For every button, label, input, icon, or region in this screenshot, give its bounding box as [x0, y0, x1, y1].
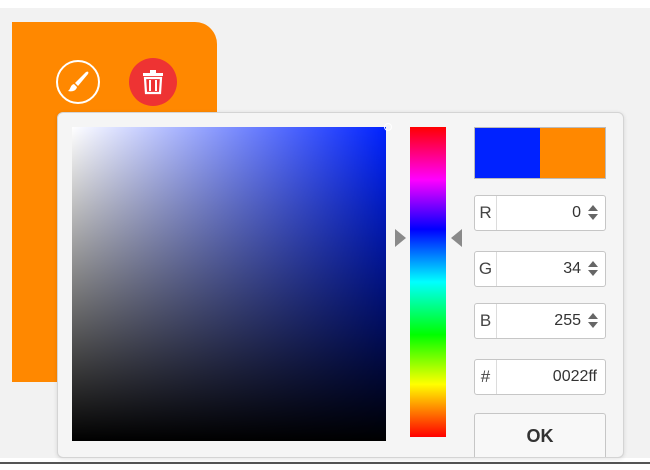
ok-button[interactable]: OK — [474, 413, 606, 457]
hex-label: # — [475, 360, 497, 394]
increment-icon[interactable] — [588, 205, 598, 211]
hue-marker-right — [451, 229, 462, 247]
hue-slider[interactable] — [410, 127, 446, 437]
increment-icon[interactable] — [588, 261, 598, 267]
edit-color-button[interactable] — [56, 60, 100, 104]
color-picker-popup: R 0 G 34 B 255 # 0022ff OK — [57, 112, 624, 458]
hue-marker-left — [395, 229, 406, 247]
decrement-icon[interactable] — [588, 322, 598, 328]
blue-label: B — [475, 304, 497, 338]
green-input[interactable]: 34 — [499, 252, 581, 286]
hex-field[interactable]: # 0022ff — [474, 359, 606, 395]
red-input[interactable]: 0 — [499, 196, 581, 230]
green-label: G — [475, 252, 497, 286]
new-color-swatch — [475, 128, 540, 178]
delete-button[interactable] — [129, 58, 177, 106]
color-preview — [474, 127, 606, 179]
red-stepper[interactable] — [587, 205, 599, 221]
brush-icon — [68, 71, 89, 92]
current-color-swatch[interactable] — [540, 128, 605, 178]
trash-icon — [143, 70, 163, 95]
green-stepper[interactable] — [587, 261, 599, 277]
hex-input[interactable]: 0022ff — [499, 360, 597, 394]
blue-input[interactable]: 255 — [499, 304, 581, 338]
blue-field[interactable]: B 255 — [474, 303, 606, 339]
saturation-value-area[interactable] — [72, 123, 392, 441]
decrement-icon[interactable] — [588, 270, 598, 276]
saturation-handle[interactable] — [384, 123, 392, 131]
blue-stepper[interactable] — [587, 313, 599, 329]
red-label: R — [475, 196, 497, 230]
green-field[interactable]: G 34 — [474, 251, 606, 287]
decrement-icon[interactable] — [588, 214, 598, 220]
divider — [0, 462, 650, 464]
increment-icon[interactable] — [588, 313, 598, 319]
red-field[interactable]: R 0 — [474, 195, 606, 231]
